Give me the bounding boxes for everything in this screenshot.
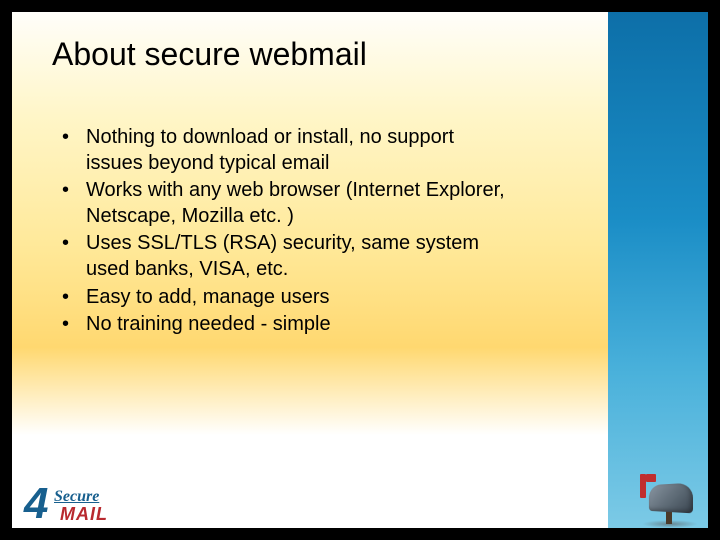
list-item: Uses SSL/TLS (RSA) security, same system… xyxy=(62,231,512,282)
logo-number: 4 xyxy=(24,482,48,526)
slide-title: About secure webmail xyxy=(52,36,592,73)
accent-band xyxy=(608,12,708,528)
list-item: Works with any web browser (Internet Exp… xyxy=(62,178,512,229)
brand-logo: 4 Secure MAIL xyxy=(24,484,144,530)
list-item: Nothing to download or install, no suppo… xyxy=(62,125,512,176)
logo-mail-text: MAIL xyxy=(60,504,108,525)
mailbox-body xyxy=(649,483,693,514)
bullet-list: Nothing to download or install, no suppo… xyxy=(52,125,512,338)
content-area: About secure webmail Nothing to download… xyxy=(12,12,608,528)
list-item: No training needed - simple xyxy=(62,312,512,338)
mailbox-icon xyxy=(638,472,702,528)
mailbox-flag xyxy=(640,474,646,498)
list-item: Easy to add, manage users xyxy=(62,285,512,311)
slide-frame: About secure webmail Nothing to download… xyxy=(12,12,708,528)
